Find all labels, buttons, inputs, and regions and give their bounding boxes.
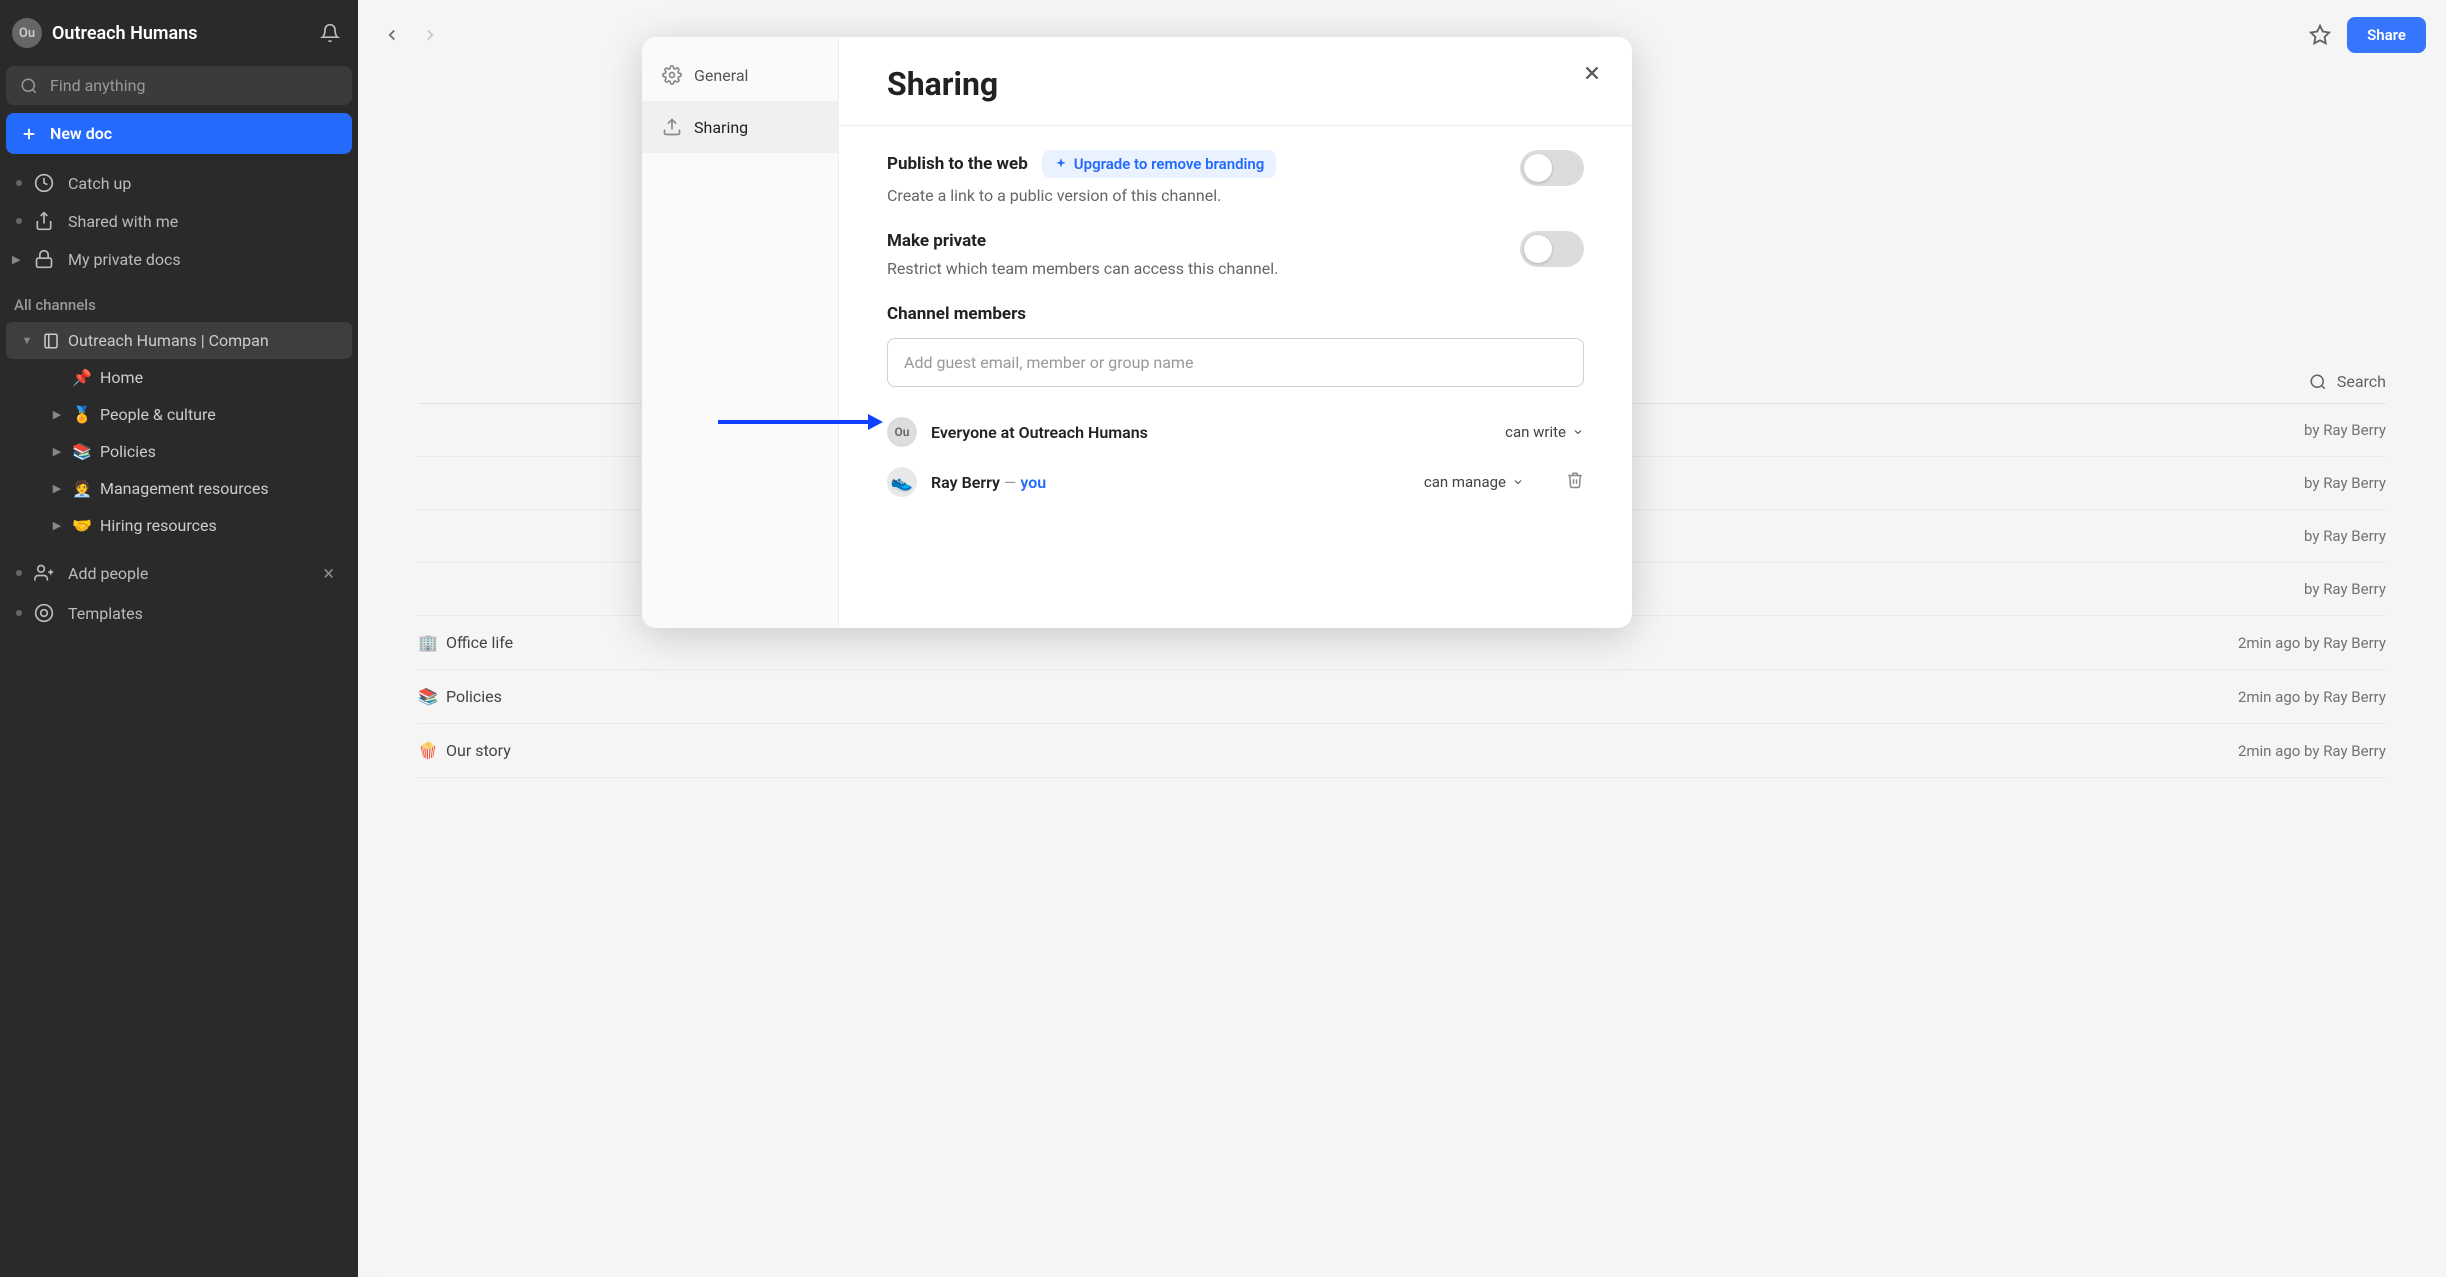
chevron-down-icon[interactable]: ▼: [20, 334, 34, 347]
upload-icon: [662, 117, 682, 137]
sparkle-icon: [1054, 157, 1068, 171]
modal-title: Sharing: [887, 65, 1584, 103]
upgrade-pill[interactable]: Upgrade to remove branding: [1042, 150, 1277, 178]
workspace-avatar: Ou: [12, 18, 42, 48]
member-row: Ou Everyone at Outreach Humans can write: [887, 407, 1584, 457]
tree-item-home[interactable]: 📌 Home: [6, 359, 352, 396]
tab-sharing[interactable]: Sharing: [642, 101, 838, 153]
chevron-down-icon: [1512, 476, 1524, 488]
clock-icon: [34, 173, 54, 193]
nav-catch-up[interactable]: Catch up: [0, 164, 358, 202]
channel-members-heading: Channel members: [887, 304, 1584, 324]
member-name: Everyone at Outreach Humans: [931, 423, 1491, 442]
medal-icon: 🏅: [72, 405, 92, 424]
chevron-right-icon[interactable]: ▶: [50, 408, 64, 421]
lock-icon: [34, 249, 54, 269]
publish-desc: Create a link to a public version of thi…: [887, 186, 1520, 205]
private-label: Make private: [887, 231, 1520, 251]
templates-icon: [34, 603, 54, 623]
chevron-right-icon[interactable]: ▶: [50, 519, 64, 532]
publish-toggle[interactable]: [1520, 150, 1584, 186]
channel-icon: [42, 332, 60, 350]
search-placeholder: Find anything: [50, 76, 145, 95]
chevron-down-icon: [1572, 426, 1584, 438]
tree-item-policies[interactable]: ▶ 📚 Policies: [6, 433, 352, 470]
member-row: 👟 Ray Berry — you can manage: [887, 457, 1584, 507]
sharing-modal: General Sharing Sharing Publish to the w…: [642, 37, 1632, 628]
private-desc: Restrict which team members can access t…: [887, 259, 1520, 278]
plus-icon: [20, 125, 38, 143]
workspace-header[interactable]: Ou Outreach Humans: [0, 18, 358, 66]
share-icon: [34, 211, 54, 231]
user-plus-icon: [34, 563, 54, 583]
close-button[interactable]: [1578, 59, 1606, 87]
setting-private: Make private Restrict which team members…: [887, 231, 1584, 278]
all-channels-label: All channels: [0, 278, 358, 322]
bell-icon[interactable]: [320, 23, 340, 43]
books-icon: 📚: [72, 442, 92, 461]
new-doc-label: New doc: [50, 124, 112, 143]
publish-label: Publish to the web: [887, 154, 1028, 174]
sidebar: Ou Outreach Humans Find anything New doc…: [0, 0, 358, 1277]
search-input[interactable]: Find anything: [6, 66, 352, 105]
permission-select[interactable]: can manage: [1424, 473, 1524, 491]
nav-templates[interactable]: Templates: [0, 594, 358, 632]
tree-item-hiring[interactable]: ▶ 🤝 Hiring resources: [6, 507, 352, 544]
remove-member-button[interactable]: [1566, 471, 1584, 493]
modal-sidebar: General Sharing: [642, 37, 839, 628]
chevron-right-icon[interactable]: ▶: [50, 482, 64, 495]
channel-root[interactable]: ▼ Outreach Humans | Compan: [6, 322, 352, 359]
permission-select[interactable]: can write: [1505, 423, 1584, 441]
modal-content: Sharing Publish to the web Upgrade to re…: [839, 37, 1632, 628]
member-name: Ray Berry — you: [931, 473, 1410, 492]
workspace-name: Outreach Humans: [52, 23, 310, 44]
add-member-input[interactable]: Add guest email, member or group name: [887, 338, 1584, 387]
tree-item-people-culture[interactable]: ▶ 🏅 People & culture: [6, 396, 352, 433]
nav-shared-with-me[interactable]: Shared with me: [0, 202, 358, 240]
avatar: Ou: [887, 417, 917, 447]
close-icon[interactable]: ×: [323, 561, 340, 585]
search-icon: [20, 77, 38, 95]
setting-publish: Publish to the web Upgrade to remove bra…: [887, 150, 1584, 205]
close-icon: [1581, 62, 1603, 84]
chevron-right-icon[interactable]: ▶: [50, 445, 64, 458]
handshake-icon: 🤝: [72, 516, 92, 535]
private-toggle[interactable]: [1520, 231, 1584, 267]
nav-add-people[interactable]: Add people ×: [0, 552, 358, 594]
tab-general[interactable]: General: [642, 49, 838, 101]
new-doc-button[interactable]: New doc: [6, 113, 352, 154]
nav-my-private-docs[interactable]: ▶ My private docs: [0, 240, 358, 278]
gear-icon: [662, 65, 682, 85]
divider: [839, 125, 1632, 126]
person-icon: 🧑‍💼: [72, 479, 92, 498]
tree-item-management[interactable]: ▶ 🧑‍💼 Management resources: [6, 470, 352, 507]
pin-icon: 📌: [72, 368, 92, 387]
avatar: 👟: [887, 467, 917, 497]
main-area: Share Search by Ray Berryby Ray Berryby …: [358, 0, 2446, 1277]
